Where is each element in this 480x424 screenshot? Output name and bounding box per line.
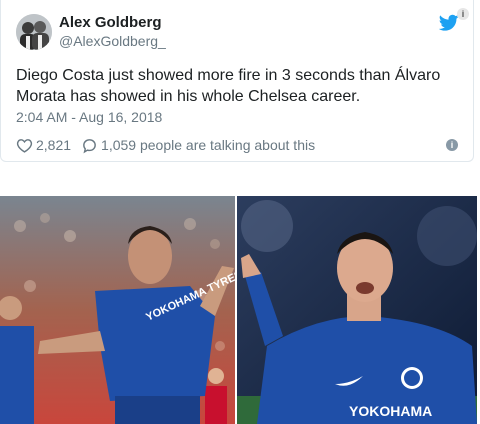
right-kit-sponsor: YOKOHAMA [349, 403, 432, 419]
alvaro-morata-photo: YOKOHAMA [237, 196, 477, 424]
avatar[interactable] [16, 14, 52, 50]
info-icon[interactable]: i [446, 139, 458, 151]
heart-icon[interactable] [16, 137, 33, 154]
tweet-card: Alex Goldberg @AlexGoldberg_ Diego Costa… [0, 0, 474, 162]
tweet-photos: YOKOHAMA TYRES YOKOHAMA [0, 196, 480, 424]
speech-bubble-icon[interactable] [81, 137, 98, 154]
avatar-image [16, 14, 52, 50]
tweet-text: Diego Costa just showed more fire in 3 s… [16, 67, 441, 105]
twitter-bird-icon[interactable] [439, 14, 459, 32]
diego-costa-photo: YOKOHAMA TYRES [0, 196, 235, 424]
photo-info-icon[interactable]: i [457, 8, 469, 20]
photo-alvaro-morata[interactable]: YOKOHAMA [237, 196, 477, 424]
user-handle[interactable]: @AlexGoldberg_ [59, 33, 166, 49]
display-name[interactable]: Alex Goldberg [59, 14, 162, 31]
photo-diego-costa[interactable]: YOKOHAMA TYRES [0, 196, 235, 424]
tweet-actions: 2,821 1,059 people are talking about thi… [16, 136, 315, 154]
like-count[interactable]: 2,821 [36, 137, 71, 153]
talking-about-link[interactable]: 1,059 people are talking about this [101, 137, 315, 153]
tweet-timestamp[interactable]: 2:04 AM - Aug 16, 2018 [16, 109, 162, 125]
